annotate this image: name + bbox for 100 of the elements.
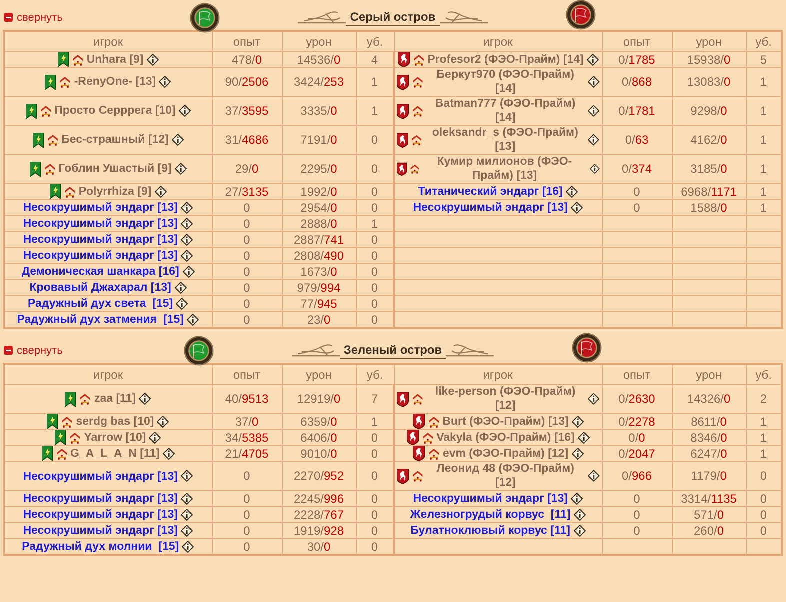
exp-value: 0/2047 [602,446,672,462]
info-icon[interactable] [182,266,195,278]
info-icon[interactable] [588,470,600,482]
shield-icon [397,392,409,406]
rank-icon [59,76,72,88]
exp-value: 0 [212,200,282,216]
column-header: опыт [602,31,672,52]
info-icon[interactable] [590,163,600,175]
island-title: Серый остров [346,10,440,26]
damage-value: 9010/0 [282,446,356,462]
shield-icon [412,414,425,429]
damage-value: 2295/0 [282,154,356,184]
shield-icon [397,74,409,90]
info-icon[interactable] [187,314,200,326]
info-icon[interactable] [181,508,194,521]
damage-value: 260/0 [672,522,746,538]
flourish-icon [440,10,488,26]
exp-value: 0/2630 [602,384,672,414]
exp-value: 0 [602,506,672,522]
rank-icon [422,432,434,444]
info-icon[interactable] [139,393,152,405]
damage-value: 12919/0 [282,384,356,414]
column-header: опыт [212,364,282,384]
column-header: игрок [4,31,212,52]
exp-value: 0 [602,184,672,200]
info-icon[interactable] [174,163,187,175]
info-icon[interactable] [157,416,170,428]
info-icon[interactable] [574,524,586,537]
exp-value: 40/9513 [212,384,282,414]
info-icon[interactable] [174,282,187,294]
rank-icon [72,54,84,66]
exp-value: 0/63 [602,126,672,154]
collapse-link[interactable]: свернуть [4,12,63,24]
column-header: урон [672,31,746,52]
exp-value: 0 [212,232,282,248]
column-header: урон [282,364,356,384]
info-icon[interactable] [181,250,194,262]
info-icon[interactable] [181,524,194,537]
info-icon[interactable] [162,448,175,460]
info-icon[interactable] [181,492,194,505]
damage-value: 2887/741 [282,232,356,248]
info-icon[interactable] [146,54,159,66]
rank-icon [428,416,440,428]
exp-value: 90/2506 [212,68,282,96]
flourish-icon [446,342,494,358]
damage-value: 1588/0 [672,200,746,216]
info-icon[interactable] [578,432,590,444]
column-header: игрок [394,364,602,384]
damage-value: 3314/1135 [672,490,746,506]
damage-value: 6968/1171 [672,184,746,200]
info-icon[interactable] [586,54,599,66]
info-icon[interactable] [176,298,188,310]
info-icon[interactable] [588,134,600,146]
damage-value: 77/945 [282,296,356,312]
damage-value: 2228/767 [282,506,356,522]
info-icon[interactable] [181,202,194,214]
damage-value: 3424/253 [282,68,356,96]
banner-icon [65,392,76,406]
info-icon[interactable] [172,134,184,146]
shield-icon [412,446,425,461]
info-icon[interactable] [571,492,584,505]
rank-icon [410,163,420,175]
info-icon[interactable] [149,432,162,444]
damage-value: 4162/0 [672,126,746,154]
column-header: уб. [356,31,394,52]
info-icon[interactable] [154,186,167,198]
info-icon[interactable] [572,448,584,460]
exp-value: 37/0 [212,414,282,430]
rank-icon [46,134,59,146]
info-icon[interactable] [181,470,194,482]
exp-value: 29/0 [212,154,282,184]
damage-value: 1179/0 [672,462,746,490]
damage-value: 979/994 [282,280,356,296]
info-icon[interactable] [181,218,194,230]
info-icon[interactable] [588,105,600,117]
info-icon[interactable] [566,186,578,198]
column-header: игрок [394,31,602,52]
info-icon[interactable] [588,76,600,88]
info-icon[interactable] [588,393,600,405]
shield-icon [398,52,410,67]
damage-value: 14536/0 [282,52,356,68]
damage-value: 6247/0 [672,446,746,462]
info-icon[interactable] [178,105,191,117]
rank-icon [69,432,82,444]
info-icon[interactable] [574,508,586,521]
info-icon[interactable] [181,234,194,246]
player-name[interactable]: zaa [11] [94,392,136,406]
collapse-link[interactable]: свернуть [4,344,63,356]
player-name[interactable]: -RenyOne- [13] [74,75,156,89]
damage-value: 2808/490 [282,248,356,264]
damage-value: 14326/0 [672,384,746,414]
exp-value: 0/0 [602,430,672,446]
exp-value: 0 [602,490,672,506]
info-icon[interactable] [571,202,584,214]
damage-value: 3185/0 [672,154,746,184]
info-icon[interactable] [159,76,172,88]
exp-value: 0 [212,506,282,522]
info-icon[interactable] [572,416,584,428]
column-header: урон [672,364,746,384]
info-icon[interactable] [182,540,194,553]
